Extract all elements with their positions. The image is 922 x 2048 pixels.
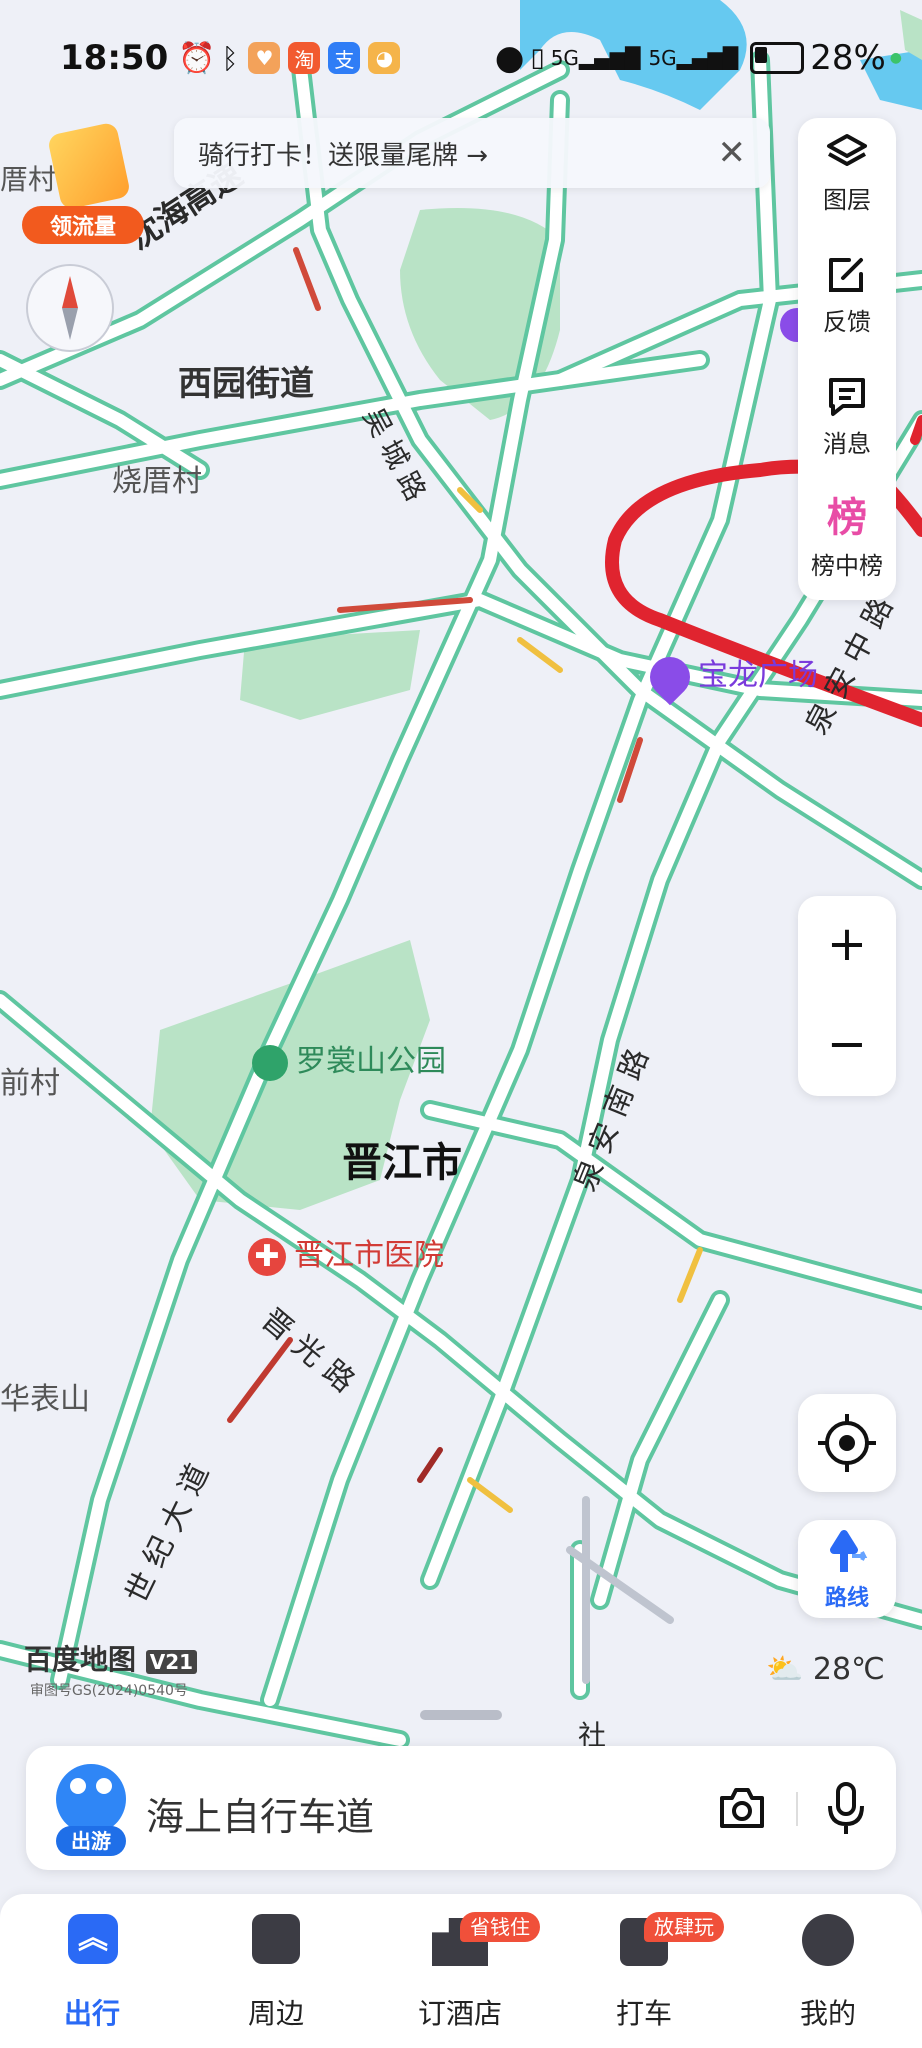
data-gift-widget[interactable]: 领流量 <box>22 120 148 244</box>
place-label-qiancun: 前村 <box>0 1066 60 1101</box>
app-heart-icon: ♥ <box>248 42 281 74</box>
city-label-jinjiang: 晋江市 <box>342 1140 462 1186</box>
edit-icon <box>829 258 863 292</box>
feedback-button[interactable]: 反馈 <box>798 240 896 350</box>
drag-handle[interactable] <box>420 1710 502 1720</box>
map-brand-name: 百度地图 <box>24 1643 137 1676</box>
gift-label: 领流量 <box>22 206 144 244</box>
status-dot-icon: ● <box>889 50 902 66</box>
crosshair-icon <box>818 1414 876 1472</box>
microphone-icon[interactable] <box>826 1780 866 1836</box>
close-icon[interactable]: ✕ <box>718 133 747 173</box>
travel-icon: ︽ <box>68 1914 118 1964</box>
tab-profile-label: 我的 <box>799 1997 856 2030</box>
ranking-label: 榜中榜 <box>811 552 883 580</box>
promo-text: 骑行打卡！送限量尾牌 → <box>198 140 489 171</box>
bluetooth-icon: ᛒ <box>221 41 239 75</box>
tab-taxi[interactable]: 放肆玩 打车 <box>574 1912 724 2034</box>
search-placeholder[interactable]: 海上自行车道 <box>146 1786 374 1841</box>
poi-hospital-label: 晋江市医院 <box>294 1238 444 1273</box>
tab-taxi-label: 打车 <box>615 1997 672 2030</box>
zoom-out-button[interactable]: − <box>798 996 896 1092</box>
weather-widget[interactable]: ⛅ 28℃ <box>766 1652 885 1687</box>
promo-banner[interactable]: 骑行打卡！送限量尾牌 → ✕ <box>174 118 770 188</box>
sim-card-icon <box>46 121 132 211</box>
poi-hospital[interactable]: ✚ 晋江市医院 <box>248 1230 444 1276</box>
poi-park[interactable]: 罗裳山公园 <box>252 1036 446 1081</box>
zoom-controls: + − <box>798 896 896 1096</box>
app-dog-icon: ◕ <box>368 42 401 74</box>
route-label: 路线 <box>824 1586 869 1611</box>
poi-park-label: 罗裳山公园 <box>296 1044 446 1079</box>
camera-icon[interactable] <box>716 1784 768 1832</box>
park-icon <box>252 1044 288 1081</box>
battery-icon <box>750 42 805 74</box>
message-icon <box>829 378 865 416</box>
bottom-tab-bar: ︽ 出行 周边 省钱住 订酒店 放肆玩 打车 我的 <box>0 1894 922 2048</box>
ranking-button[interactable]: 榜 榜中榜 <box>798 484 896 594</box>
poi-baolong-label: 宝龙广场 <box>698 658 818 693</box>
tab-hotel-label: 订酒店 <box>417 1997 502 2030</box>
mascot-avatar[interactable] <box>56 1764 126 1834</box>
route-button[interactable]: 路线 <box>798 1520 896 1618</box>
shopping-bag-icon <box>252 1914 300 1964</box>
place-label-huabiaoshan: 华表山 <box>0 1382 90 1417</box>
tab-hotel-badge: 省钱住 <box>460 1912 540 1942</box>
alarm-icon: ⏰ <box>178 40 216 76</box>
tab-hotel[interactable]: 省钱住 订酒店 <box>390 1912 540 2034</box>
messages-label: 消息 <box>823 430 871 458</box>
map-brand-version: V21 <box>145 1650 198 1674</box>
tab-profile[interactable]: 我的 <box>758 1914 898 2034</box>
signal-5g-icon: 5G▂▄▆█ <box>550 46 641 70</box>
mascot-tag: 出游 <box>56 1826 126 1856</box>
messages-button[interactable]: 消息 <box>798 362 896 472</box>
partly-cloudy-icon: ⛅ <box>766 1652 804 1687</box>
app-taobao-icon: 淘 <box>288 42 321 74</box>
map-license: 审图号GS(2024)0540号 <box>30 1683 188 1699</box>
tab-travel-label: 出行 <box>63 1997 120 2030</box>
tab-taxi-badge: 放肆玩 <box>644 1912 724 1942</box>
divider <box>796 1792 798 1826</box>
compass-icon[interactable] <box>26 264 114 352</box>
feedback-label: 反馈 <box>823 308 871 336</box>
poi-baolong[interactable]: 宝龙广场 <box>641 648 818 705</box>
app-alipay-icon: 支 <box>328 42 361 74</box>
mascot-eye-icon <box>70 1778 86 1794</box>
hospital-icon: ✚ <box>248 1237 286 1276</box>
mascot-eye-icon <box>96 1778 112 1794</box>
profile-face-icon <box>802 1914 854 1966</box>
battery-percent: 28% <box>810 38 886 78</box>
place-label-xiyuan: 西园街道 <box>178 364 314 404</box>
map-brand: 百度地图 V21 <box>24 1638 198 1678</box>
layers-button[interactable]: 图层 <box>798 118 896 228</box>
tab-travel[interactable]: ︽ 出行 <box>22 1914 162 2034</box>
tab-nearby-label: 周边 <box>247 1997 304 2030</box>
shopping-bag-icon <box>641 648 699 705</box>
map-tools-panel: 图层 反馈 消息 榜 榜中榜 <box>798 118 896 600</box>
location-icon: ● <box>494 38 525 78</box>
layers-label: 图层 <box>823 186 871 214</box>
weather-temp: 28℃ <box>812 1652 885 1687</box>
vibrate-icon: ▯ <box>530 43 545 73</box>
layers-icon <box>827 134 867 166</box>
signal-5g-icon-2: 5G▂▄▆█ <box>648 46 739 70</box>
status-time: 18:50 <box>60 38 169 78</box>
ranking-icon: 榜 <box>827 495 867 541</box>
locate-button[interactable] <box>798 1394 896 1492</box>
place-label-shaocuo: 烧厝村 <box>112 464 202 499</box>
search-bar[interactable]: 出游 海上自行车道 <box>26 1746 896 1870</box>
status-bar: 18:50 ⏰ ᛒ ♥ 淘 支 ◕ ● ▯ 5G▂▄▆█ 5G▂▄▆█ 28% … <box>60 34 902 82</box>
zoom-in-button[interactable]: + <box>798 896 896 992</box>
tab-nearby[interactable]: 周边 <box>206 1914 346 2034</box>
route-arrow-icon <box>830 1530 868 1572</box>
